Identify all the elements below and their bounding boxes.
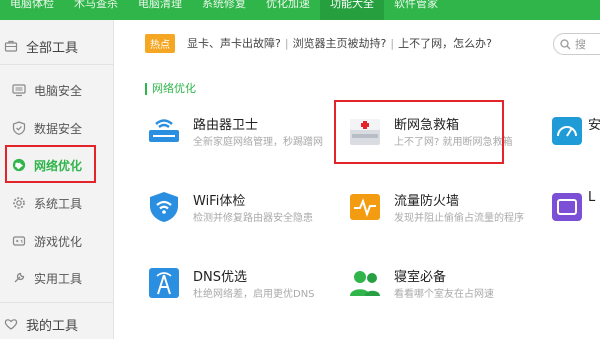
- search-placeholder: 搜: [575, 38, 586, 51]
- tool-name: 寝室必备: [394, 270, 447, 285]
- divider: [0, 302, 114, 303]
- tool-wifi-checkup[interactable]: WiFi体检 检测并修复路由器安全隐患: [147, 190, 347, 234]
- sidebar-all-tools[interactable]: 全部工具: [0, 32, 114, 60]
- highlight-box-sidebar: [5, 145, 96, 183]
- wrench-icon: [12, 271, 26, 285]
- tool-desc: 发现并阻止偷偷占流量的程序: [394, 213, 524, 224]
- hot-badge: 热点: [145, 33, 175, 53]
- sidebar-item-pc-security[interactable]: 电脑安全: [0, 76, 114, 104]
- purple-tool-icon: [550, 190, 584, 224]
- sidebar-item-game-optimize[interactable]: 游戏优化: [0, 227, 114, 255]
- shield-check-icon: [12, 121, 26, 135]
- router-icon: [147, 114, 181, 148]
- top-tab-bar: 电脑体检 木马查杀 电脑清理 系统修复 优化加速 功能大全 软件管家: [0, 0, 600, 20]
- tool-name: 路由器卫士: [193, 118, 259, 133]
- sidebar-item-label: 实用工具: [34, 271, 83, 286]
- section-title: 网络优化: [145, 83, 196, 95]
- sidebar-my-tools-label: 我的工具: [26, 318, 79, 334]
- sidebar-item-data-security[interactable]: 数据安全: [0, 114, 114, 142]
- tool-name: L: [588, 190, 596, 205]
- sidebar-item-label: 游戏优化: [34, 234, 83, 249]
- tab-trojan-scan[interactable]: 木马查杀: [64, 0, 128, 20]
- firewall-icon: [348, 190, 382, 224]
- tab-speed-up[interactable]: 优化加速: [256, 0, 320, 20]
- tab-pc-cleanup[interactable]: 电脑清理: [128, 0, 192, 20]
- sidebar-item-label: 系统工具: [34, 196, 83, 211]
- tool-name: DNS优选: [193, 270, 247, 285]
- gear-icon: [12, 196, 26, 210]
- tool-router-guard[interactable]: 路由器卫士 全新家庭网络管理，秒踢蹭网: [147, 114, 347, 158]
- monitor-icon: [12, 83, 26, 97]
- sidebar-all-tools-label: 全部工具: [26, 40, 79, 56]
- notice-link-no-internet[interactable]: 上不了网，怎么办?: [398, 35, 492, 51]
- tool-name: 安: [588, 118, 600, 133]
- tab-all-features[interactable]: 功能大全: [320, 0, 384, 20]
- gamepad-icon: [12, 234, 26, 248]
- sidebar-item-utilities[interactable]: 实用工具: [0, 264, 114, 292]
- tool-traffic-firewall[interactable]: 流量防火墙 发现并阻止偷偷占流量的程序: [348, 190, 548, 234]
- tab-software-manager[interactable]: 软件管家: [384, 0, 448, 20]
- heart-icon: [4, 317, 18, 331]
- search-input[interactable]: 搜: [553, 33, 600, 55]
- notice-link-graphics-sound[interactable]: 显卡、声卡出故障?: [187, 35, 281, 51]
- sidebar-item-system-tools[interactable]: 系统工具: [0, 189, 114, 217]
- tool-desc: 看看哪个室友在占网速: [394, 289, 494, 300]
- notice-separator: |: [390, 36, 395, 50]
- tool-partial-right-2[interactable]: L: [550, 190, 600, 234]
- tool-desc: 全新家庭网络管理，秒踢蹭网: [193, 137, 323, 148]
- roommates-icon: [348, 266, 382, 300]
- divider: [0, 64, 114, 65]
- toolbox-icon: [4, 39, 18, 53]
- search-icon: [560, 38, 571, 50]
- tool-desc: 检测并修复路由器安全隐患: [193, 213, 313, 224]
- hot-notice-bar: 热点 显卡、声卡出故障? | 浏览器主页被劫持? | 上不了网，怎么办?: [145, 33, 496, 53]
- notice-link-browser-hijack[interactable]: 浏览器主页被劫持?: [293, 35, 387, 51]
- sidebar-item-label: 电脑安全: [34, 83, 83, 98]
- tool-partial-right[interactable]: 安: [550, 114, 600, 158]
- tab-pc-checkup[interactable]: 电脑体检: [0, 0, 64, 20]
- highlight-box-first-aid: [334, 100, 504, 164]
- tool-dorm-essentials[interactable]: 寝室必备 看看哪个室友在占网速: [348, 266, 548, 310]
- sidebar-item-label: 数据安全: [34, 121, 83, 136]
- tool-desc: 杜绝网络差，启用更优DNS: [193, 289, 315, 300]
- notice-separator: |: [284, 36, 289, 50]
- tool-name: 流量防火墙: [394, 194, 460, 209]
- speed-gauge-icon: [550, 114, 584, 148]
- tab-system-repair[interactable]: 系统修复: [192, 0, 256, 20]
- wifi-shield-icon: [147, 190, 181, 224]
- tool-dns-optimize[interactable]: DNS优选 杜绝网络差，启用更优DNS: [147, 266, 347, 310]
- sidebar-my-tools[interactable]: 我的工具: [0, 310, 114, 338]
- tool-name: WiFi体检: [193, 194, 246, 209]
- dns-tower-icon: [147, 266, 181, 300]
